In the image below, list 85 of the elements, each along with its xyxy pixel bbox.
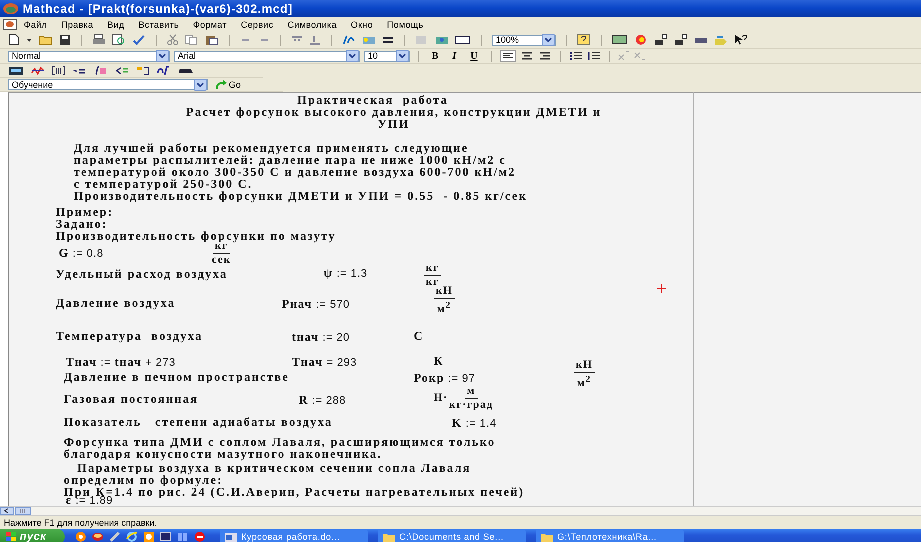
dropdown-button[interactable] [542, 34, 555, 46]
underline-button[interactable]: U [466, 50, 483, 62]
bold-button[interactable]: B [427, 50, 444, 62]
scroll-thumb[interactable] [15, 507, 31, 515]
math-expression: ψ := 1.3 [324, 266, 368, 281]
document-icon[interactable] [3, 19, 17, 30]
text-region: Газовая постоянная [64, 393, 199, 405]
window-title: Mathcad - [Prakt(forsunka)-(var6)-302.mcd] [23, 2, 293, 16]
stop-icon[interactable] [194, 531, 206, 542]
bullet-list-icon[interactable] [568, 50, 583, 62]
menu-item[interactable]: Окно [344, 18, 380, 31]
text-region: Производительность форсунки ДМЕТИ и УПИ = 0.55 - 0.85 кг/сек [74, 190, 528, 202]
dropdown-button[interactable] [156, 50, 169, 62]
window-icon[interactable] [455, 34, 471, 46]
dropdown-button[interactable] [396, 50, 409, 62]
text-region: Для лучшей работы рекомендуется применять следующие параметры распылителей: давление пара не ниже 1000 кН/м2 с температурой около 300-350 С и давление воздуха 600-700 кН/м2 с температурой 250-300 С. [74, 142, 516, 190]
paste-icon[interactable] [205, 34, 219, 46]
taskbar-button[interactable]: G:\Теплотехника\Ra... [536, 530, 684, 542]
math-expression: Рокр := 97 [414, 371, 476, 386]
matrix-icon[interactable] [52, 64, 66, 76]
style-select[interactable]: Normal [8, 50, 170, 62]
menu-item[interactable]: Вставить [132, 18, 186, 31]
align-right-icon[interactable] [538, 50, 552, 62]
unit-fraction: кН м$^{2}$ [574, 359, 595, 391]
menu-item[interactable]: Правка [54, 18, 101, 31]
text-region: Давление в печном пространстве [64, 371, 290, 383]
menu-item[interactable]: Символика [280, 18, 344, 31]
text-region: Температура воздуха [56, 330, 203, 342]
text-region: Давление воздуха [56, 297, 176, 309]
equals-icon[interactable] [382, 34, 394, 46]
menu-item[interactable]: Помощь [380, 18, 431, 31]
unit-fraction: кН м$^{2}$ [434, 285, 455, 317]
math-expression: Тнач = 293 [292, 355, 358, 370]
text-region: Пример: Задано: Производительность форсунки по мазуту [56, 206, 336, 242]
math-expression: Рнач := 570 [282, 297, 350, 312]
resource-select[interactable]: Обучение [8, 79, 208, 90]
folder-icon[interactable] [39, 34, 53, 46]
dropdown-button[interactable] [346, 50, 359, 62]
pointer-help-icon[interactable] [734, 34, 748, 46]
graph-icon[interactable] [31, 64, 45, 76]
go-button[interactable]: Go [212, 78, 244, 90]
unit-fraction: кг кг [424, 262, 442, 288]
menu-item[interactable]: Сервис [234, 18, 281, 31]
zoom-select[interactable]: 100% [492, 34, 556, 46]
numbered-list-icon[interactable] [586, 50, 601, 62]
taskbar-button[interactable]: Курсовая работа.do... [220, 530, 368, 542]
worksheet-heading: Практическая работа [296, 94, 450, 106]
math-expression: K := 1.4 [452, 416, 497, 431]
dropdown-button[interactable] [194, 78, 207, 90]
menu-item[interactable]: Формат [186, 18, 234, 31]
menu-item[interactable]: Файл [17, 18, 54, 31]
windows-flag-icon [6, 532, 17, 542]
text-region: Показатель степени адиабаты воздуха [64, 416, 333, 428]
spellcheck-icon[interactable] [132, 34, 146, 46]
folder-icon [382, 532, 395, 542]
align-center-icon[interactable] [520, 50, 534, 62]
worksheet-heading: Расчет форсунок высокого давления, конструкции ДМЕТИ и УПИ [185, 106, 603, 130]
align-left-icon[interactable] [500, 50, 516, 62]
app-icon [3, 2, 19, 14]
arrow-icon [215, 80, 227, 90]
printer-icon[interactable] [92, 34, 106, 46]
taskbar-button[interactable]: C:\Documents and Se... [378, 530, 526, 542]
save-icon[interactable] [59, 34, 71, 46]
unit-label: К [434, 355, 444, 367]
math-expression: G := 0.8 [59, 246, 104, 261]
folder-icon [540, 532, 553, 542]
math-expression: tнач := 20 [292, 330, 350, 345]
print-preview-icon[interactable] [112, 34, 126, 46]
new-document-icon[interactable] [8, 34, 20, 46]
math-expression: R := 288 [299, 393, 346, 408]
menu-item[interactable]: Вид [100, 18, 132, 31]
text-region: Форсунка типа ДМИ с соплом Лаваля, расширяющимся только благодаря конусности мазутного наконечника. [64, 436, 496, 460]
crosshair-icon [657, 284, 666, 293]
word-document-icon [224, 532, 237, 542]
font-size-select[interactable]: 10 [364, 50, 410, 62]
help-icon[interactable] [577, 34, 591, 46]
copy-icon[interactable] [185, 34, 199, 46]
status-text: Нажмите F1 для получения справки. [4, 518, 158, 528]
scroll-left-button[interactable] [0, 507, 14, 515]
text-region: Удельный расход воздуха [56, 268, 228, 280]
math-expression: Тнач := tнач + 273 [66, 355, 176, 370]
italic-button[interactable]: I [448, 50, 462, 62]
scissors-icon[interactable] [167, 34, 179, 46]
font-select[interactable]: Arial [174, 50, 360, 62]
unit-label: С [414, 330, 424, 342]
